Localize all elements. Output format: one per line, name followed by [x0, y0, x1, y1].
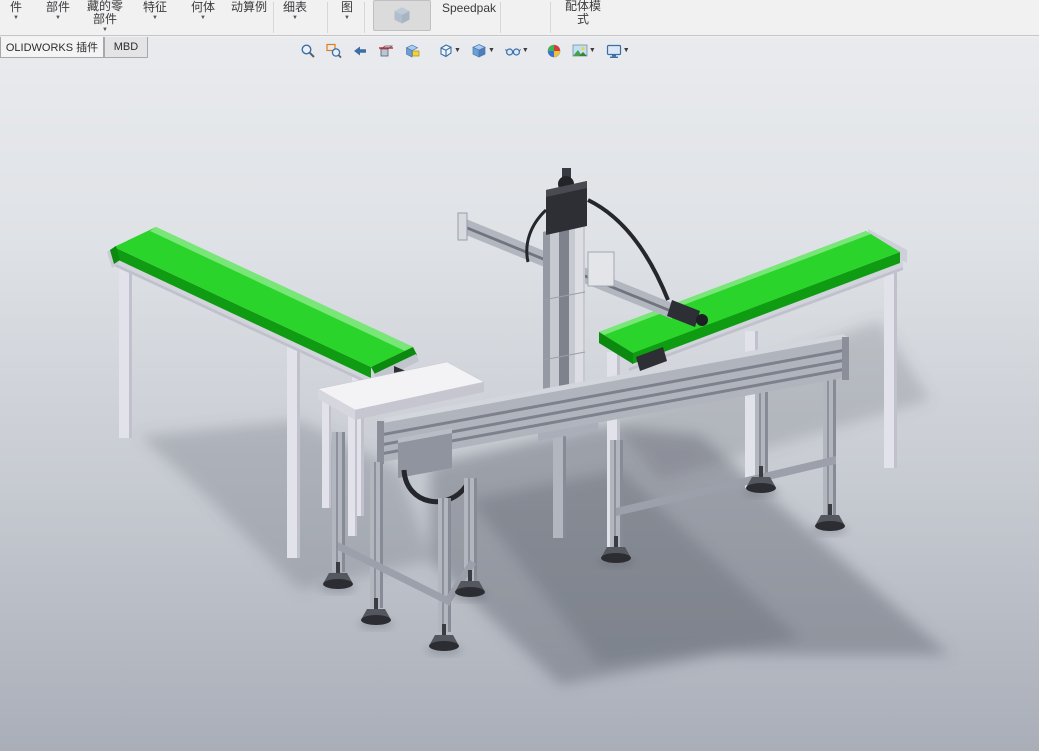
command-component[interactable]: 部件	[44, 1, 72, 14]
dropdown-arrow-icon: ▼	[588, 47, 596, 54]
view-settings-button[interactable]: ▼	[602, 40, 634, 61]
view-orientation-icon	[440, 43, 452, 57]
command-motion-study[interactable]: 动算例	[229, 1, 269, 14]
zoom-to-area-icon	[326, 43, 342, 58]
hide-show-items-button[interactable]: ▼	[501, 40, 533, 61]
command-exploded-view[interactable]: 图	[337, 1, 357, 14]
command-button-disabled[interactable]	[373, 0, 431, 31]
3d-model[interactable]	[0, 37, 1039, 751]
dropdown-arrow-icon: ▼	[487, 47, 495, 54]
dropdown-arrow-icon[interactable]: ▼	[289, 15, 301, 21]
zoom-to-area-button[interactable]	[322, 40, 346, 61]
display-style-icon	[472, 43, 486, 58]
view-orientation-button[interactable]: ▼	[433, 40, 465, 61]
apply-scene-icon	[572, 44, 588, 56]
z-axis-motor	[546, 168, 587, 235]
heads-up-view-toolbar: ▼ ▼ ▼ ▼ ▼	[296, 40, 634, 61]
previous-view-button[interactable]	[348, 40, 372, 61]
dropdown-arrow-icon[interactable]: ▼	[341, 15, 353, 21]
tab-solidworks-addins[interactable]: OLIDWORKS 插件	[0, 37, 104, 58]
cube-icon	[394, 6, 410, 23]
foot	[812, 504, 848, 535]
dynamic-annotation-views-icon	[405, 44, 420, 58]
toolbar-separator	[364, 2, 365, 33]
dropdown-arrow-icon[interactable]: ▼	[197, 15, 209, 21]
apply-scene-button[interactable]: ▼	[568, 40, 600, 61]
toolbar-separator	[327, 2, 328, 33]
command-large-assembly-mode[interactable]: 配体模式	[561, 0, 605, 26]
section-view-button[interactable]	[374, 40, 398, 61]
sensor-plate	[587, 251, 615, 287]
dynamic-annotation-views-button[interactable]	[400, 40, 424, 61]
zoom-to-fit-icon	[301, 43, 315, 58]
previous-view-icon	[354, 46, 366, 55]
dropdown-arrow-icon: ▼	[521, 47, 529, 54]
command-part[interactable]: 件	[6, 1, 26, 14]
foot	[426, 624, 462, 655]
command-reference-geometry[interactable]: 何体	[189, 1, 217, 14]
zoom-to-fit-button[interactable]	[296, 40, 320, 61]
command-hidden-components[interactable]: 藏的零部件	[82, 0, 128, 26]
dropdown-arrow-icon[interactable]: ▼	[99, 27, 111, 33]
toolbar-separator	[550, 2, 551, 33]
dropdown-arrow-icon: ▼	[454, 47, 461, 54]
edit-appearance-icon	[547, 44, 561, 57]
foot	[358, 598, 394, 629]
command-features[interactable]: 特征	[141, 1, 169, 14]
command-bom[interactable]: 细表	[281, 1, 309, 14]
tab-mbd[interactable]: MBD	[104, 37, 148, 58]
display-style-button[interactable]: ▼	[467, 40, 499, 61]
section-view-icon	[379, 45, 394, 56]
view-settings-icon	[606, 44, 621, 58]
command-speedpak[interactable]: Speedpak	[441, 2, 497, 15]
viewport[interactable]: ▼ ▼ ▼ ▼ ▼	[0, 37, 1039, 751]
dropdown-arrow-icon[interactable]: ▼	[149, 15, 161, 21]
toolbar-separator	[500, 2, 501, 33]
dropdown-arrow-icon: ▼	[622, 47, 630, 54]
toolbar-separator	[273, 2, 274, 33]
dropdown-arrow-icon[interactable]: ▼	[10, 15, 22, 21]
edit-appearance-button[interactable]	[542, 40, 566, 61]
hide-show-items-icon	[504, 47, 521, 56]
dropdown-arrow-icon[interactable]: ▼	[52, 15, 64, 21]
command-manager: 件 ▼ 部件 ▼ 藏的零部件 ▼ 特征 ▼ 何体 ▼ 动算例 细表 ▼ 图 ▼ …	[0, 0, 1039, 36]
